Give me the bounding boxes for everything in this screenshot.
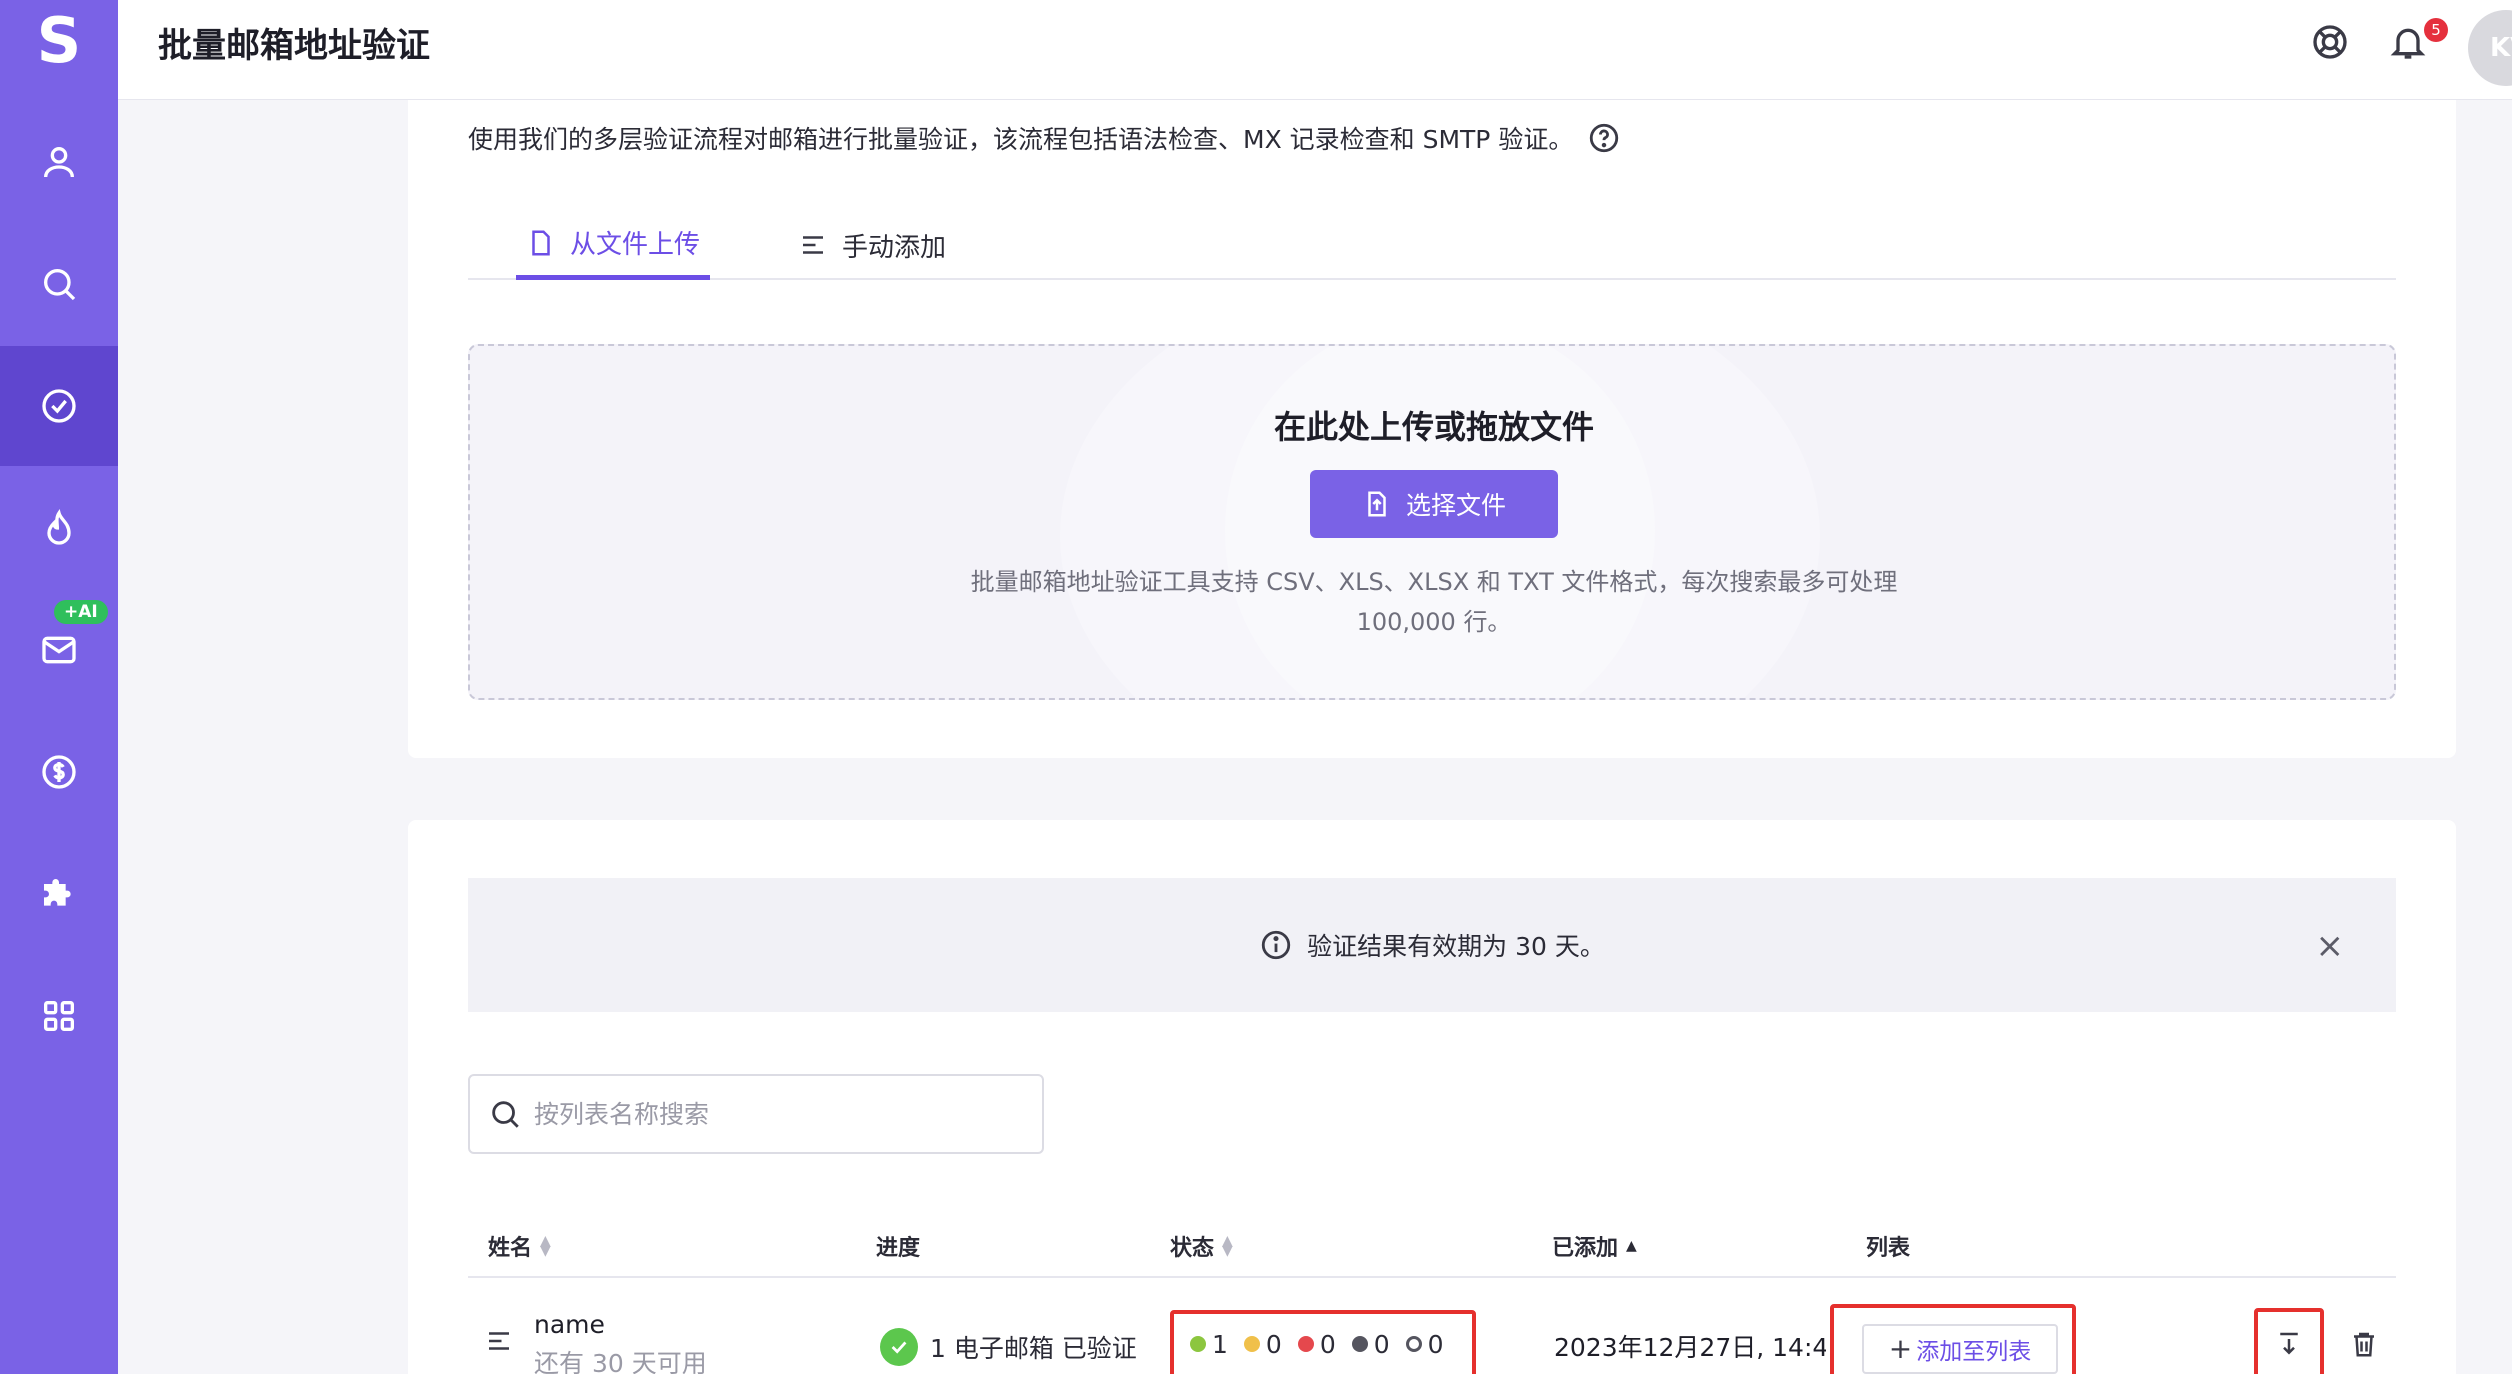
search-nav-item[interactable]: [0, 224, 118, 344]
risky-count: 0: [1265, 1329, 1282, 1359]
upload-card: 使用我们的多层验证流程对邮箱进行批量验证，该流程包括语法检查、MX 记录检查和 …: [408, 100, 2456, 758]
list-icon: [489, 1332, 509, 1350]
invalid-dot-icon: [1297, 1336, 1314, 1352]
search-icon: [44, 269, 76, 301]
trash-icon: [2354, 1332, 2374, 1357]
invalid-count: 0: [1319, 1329, 1336, 1359]
status-counts: 1 0 0 0 0: [1170, 1310, 1476, 1374]
choose-file-label: 选择文件: [1405, 492, 1506, 520]
search-input[interactable]: [534, 1099, 1014, 1129]
grid-icon: [44, 1001, 75, 1031]
info-message: 验证结果有效期为 30 天。: [1307, 932, 1605, 961]
tab-manual-add[interactable]: 手动添加: [788, 210, 956, 280]
dropzone-title: 在此处上传或拖放文件: [1273, 408, 1594, 446]
sort-icon: ▲ ▼: [1222, 1233, 1233, 1259]
column-progress-label: 进度: [876, 1236, 921, 1261]
column-status[interactable]: 状态 ▲ ▼: [1170, 1230, 1233, 1262]
column-added-label: 已添加: [1552, 1236, 1619, 1261]
sidebar: S +AI: [0, 0, 118, 1374]
page-title: 批量邮箱地址验证: [158, 26, 430, 66]
column-progress: 进度: [876, 1230, 920, 1262]
valid-count: 1: [1212, 1329, 1228, 1359]
column-added[interactable]: 已添加 ▲: [1552, 1230, 1637, 1262]
tab-manual-add-label: 手动添加: [842, 232, 947, 263]
add-to-list-button[interactable]: + 添加至列表: [1862, 1324, 2058, 1374]
choose-file-button[interactable]: 选择文件: [1310, 470, 1558, 538]
question-icon[interactable]: [1587, 121, 1621, 155]
close-icon[interactable]: ×: [2316, 926, 2345, 966]
unknown-dot-icon: [1351, 1336, 1368, 1352]
mail-icon: [42, 636, 76, 664]
column-name-label: 姓名: [488, 1236, 533, 1261]
top-bar: 批量邮箱地址验证 5 KV: [118, 0, 2512, 100]
column-list: 列表: [1866, 1230, 1910, 1262]
table-header: 姓名 ▲ ▼ 进度 状态 ▲ ▼ 已添加 ▲ 列表: [468, 1212, 2396, 1278]
avatar[interactable]: KV: [2468, 10, 2512, 86]
search-icon: [492, 1101, 519, 1128]
check-circle-icon: [42, 389, 76, 423]
risky-dot-icon: [1243, 1336, 1260, 1352]
file-dropzone[interactable]: 在此处上传或拖放文件 选择文件 批量邮箱地址验证工具支持 CSV、XLS、XLS…: [468, 344, 2396, 700]
sort-icon: ▲ ▼: [540, 1233, 551, 1259]
pending-dot-icon: [1405, 1336, 1422, 1352]
add-to-list-label: 添加至列表: [1916, 1339, 2032, 1365]
file-icon: [532, 230, 550, 255]
puzzle-icon: [44, 879, 71, 906]
tab-upload-file[interactable]: 从文件上传: [516, 210, 711, 280]
list-search: [468, 1074, 1044, 1154]
dollar-icon: [42, 755, 76, 789]
pending-count: 0: [1427, 1329, 1444, 1359]
description-row: 使用我们的多层验证流程对邮箱进行批量验证，该流程包括语法检查、MX 记录检查和 …: [468, 120, 1621, 156]
info-banner: 验证结果有效期为 30 天。 ×: [468, 878, 2396, 1012]
unknown-count: 0: [1373, 1329, 1390, 1359]
row-added-date: 2023年12月27日, 14:41: [1554, 1333, 1826, 1362]
column-name[interactable]: 姓名 ▲ ▼: [488, 1230, 551, 1262]
sort-ascending-icon: ▲: [1626, 1238, 1637, 1254]
billing-nav-item[interactable]: [0, 712, 118, 832]
integrations-nav-item[interactable]: [0, 834, 118, 954]
results-card: 验证结果有效期为 30 天。 × 姓名 ▲▼ 进度 状态 ▲▼ 已添加 ▲ 列表…: [408, 820, 2456, 1374]
row-progress-text: 1 电子邮箱 已验证: [930, 1334, 1137, 1363]
upload-tabs: 从文件上传 手动添加: [468, 200, 2396, 280]
verify-nav-item[interactable]: [0, 346, 118, 466]
trending-nav-item[interactable]: [0, 468, 118, 588]
bell-icon[interactable]: [2388, 22, 2428, 62]
app-logo[interactable]: S: [0, 0, 118, 80]
plus-icon: +: [1888, 1332, 1913, 1365]
description-text: 使用我们的多层验证流程对邮箱进行批量验证，该流程包括语法检查、MX 记录检查和 …: [468, 125, 1574, 154]
notification-badge: 5: [2424, 18, 2448, 42]
column-list-label: 列表: [1866, 1236, 1911, 1261]
verified-check-icon: [880, 1328, 918, 1366]
tab-upload-file-label: 从文件上传: [570, 230, 701, 260]
dropzone-note: 批量邮箱地址验证工具支持 CSV、XLS、XLSX 和 TXT 文件格式，每次搜…: [970, 568, 1898, 636]
info-icon: [1261, 930, 1291, 960]
upload-icon: [1368, 491, 1386, 517]
row-progress: 1 电子邮箱 已验证: [880, 1328, 1137, 1366]
apps-nav-item[interactable]: [0, 956, 118, 1076]
download-button[interactable]: [2254, 1308, 2324, 1374]
contacts-nav-item[interactable]: [0, 102, 118, 222]
user-icon: [44, 147, 74, 178]
valid-dot-icon: [1190, 1336, 1206, 1352]
download-icon: [2280, 1332, 2298, 1355]
fire-icon: [47, 508, 71, 545]
help-center-icon[interactable]: [2310, 22, 2350, 62]
list-icon: [803, 236, 823, 254]
delete-button[interactable]: [2344, 1324, 2384, 1364]
column-status-label: 状态: [1170, 1236, 1215, 1261]
table-row[interactable]: name 还有 30 天可用 1 电子邮箱 已验证 1 0 0 0 0 2023…: [468, 1280, 2396, 1374]
ai-badge: +AI: [54, 600, 108, 624]
row-name[interactable]: name: [534, 1310, 605, 1339]
row-availability: 还有 30 天可用: [534, 1349, 707, 1374]
